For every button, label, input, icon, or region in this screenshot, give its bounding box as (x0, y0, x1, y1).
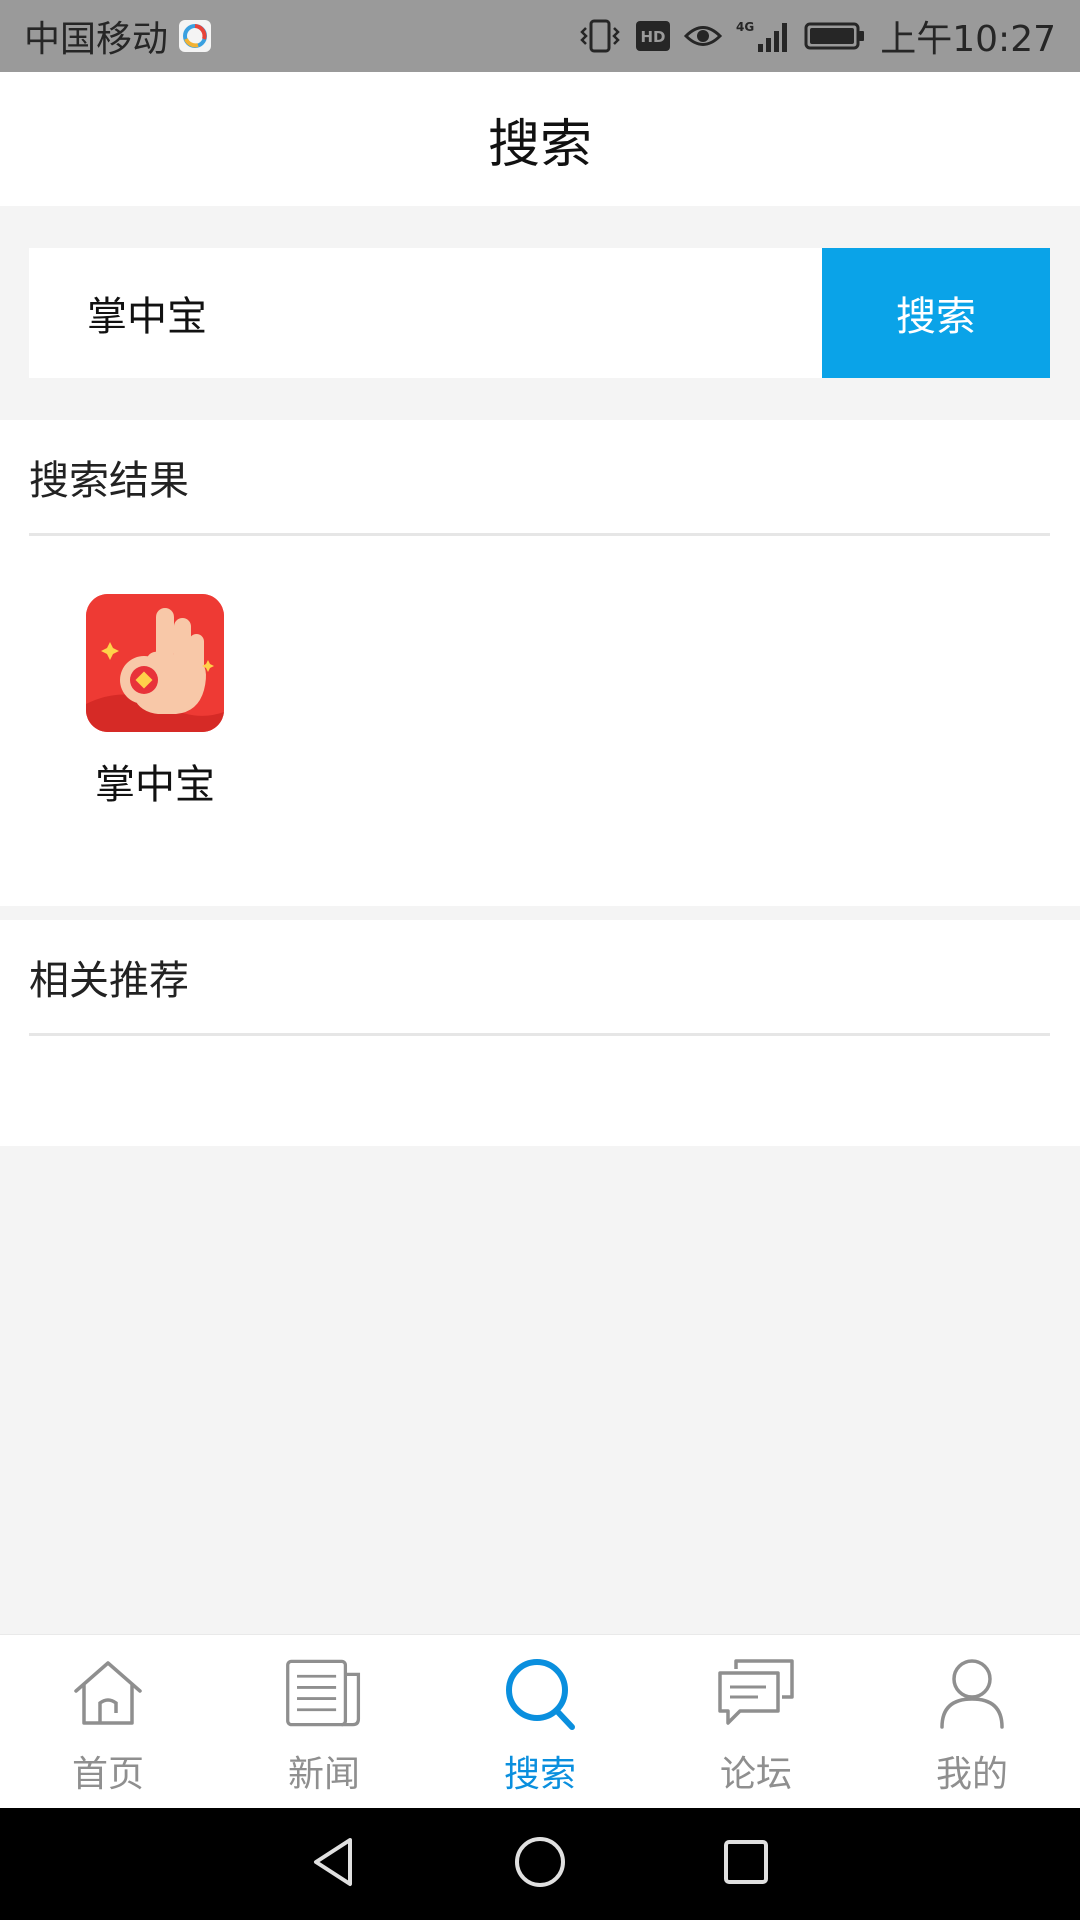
nav-label-search: 搜索 (503, 1754, 576, 1795)
carrier-label: 中国移动 (24, 19, 169, 60)
recommend-title: 相关推荐 (29, 958, 189, 1004)
network-type-label: 4G (736, 20, 754, 34)
ok-hand-coin-icon (86, 594, 224, 732)
search-bar: 搜索 (29, 248, 1050, 378)
clock-label: 上午10:27 (880, 19, 1056, 60)
result-app-item[interactable]: 掌中宝 (86, 594, 224, 810)
system-nav-bar (0, 1808, 1080, 1920)
battery-icon (804, 21, 866, 51)
recents-square-icon[interactable] (718, 1834, 774, 1894)
app-name-label: 掌中宝 (95, 762, 215, 808)
recommend-divider (29, 1033, 1050, 1036)
svg-text:HD: HD (641, 28, 666, 46)
user-icon (932, 1653, 1012, 1733)
status-right: HD 4G 上午10:27 (578, 10, 1056, 62)
eye-icon (684, 21, 723, 51)
search-button[interactable]: 搜索 (822, 248, 1050, 378)
nav-item-home[interactable]: 首页 (0, 1635, 216, 1808)
news-icon (284, 1653, 364, 1733)
nav-item-search[interactable]: 搜索 (432, 1635, 648, 1808)
home-icon (68, 1653, 148, 1733)
nav-label-news: 新闻 (287, 1754, 360, 1795)
search-icon (500, 1653, 580, 1733)
page-title: 搜索 (487, 114, 592, 175)
header: 搜索 (0, 72, 1080, 206)
forum-icon (716, 1653, 796, 1733)
back-icon[interactable] (306, 1834, 362, 1894)
bottom-nav: 首页 新闻 搜索 论坛 我的 (0, 1634, 1080, 1808)
nav-label-home: 首页 (71, 1754, 144, 1795)
search-results-title: 搜索结果 (29, 458, 189, 504)
vibrate-icon (578, 18, 622, 54)
nav-item-profile[interactable]: 我的 (864, 1635, 1080, 1808)
results-divider (29, 533, 1050, 536)
nav-item-news[interactable]: 新闻 (216, 1635, 432, 1808)
status-bar: 中国移动 HD 4G 上午10:27 (0, 0, 1080, 72)
signal-icon: 4G (736, 18, 790, 54)
recommend-section: 相关推荐 (0, 920, 1080, 1146)
nav-label-profile: 我的 (935, 1754, 1008, 1795)
search-input[interactable] (29, 248, 822, 378)
app-notification-icon (178, 19, 212, 53)
home-circle-icon[interactable] (512, 1834, 568, 1894)
nav-label-forum: 论坛 (719, 1754, 792, 1795)
nav-item-forum[interactable]: 论坛 (648, 1635, 864, 1808)
status-left: 中国移动 (24, 10, 212, 62)
search-results-section: 搜索结果 掌中宝 (0, 420, 1080, 906)
hd-icon: HD (636, 21, 671, 51)
